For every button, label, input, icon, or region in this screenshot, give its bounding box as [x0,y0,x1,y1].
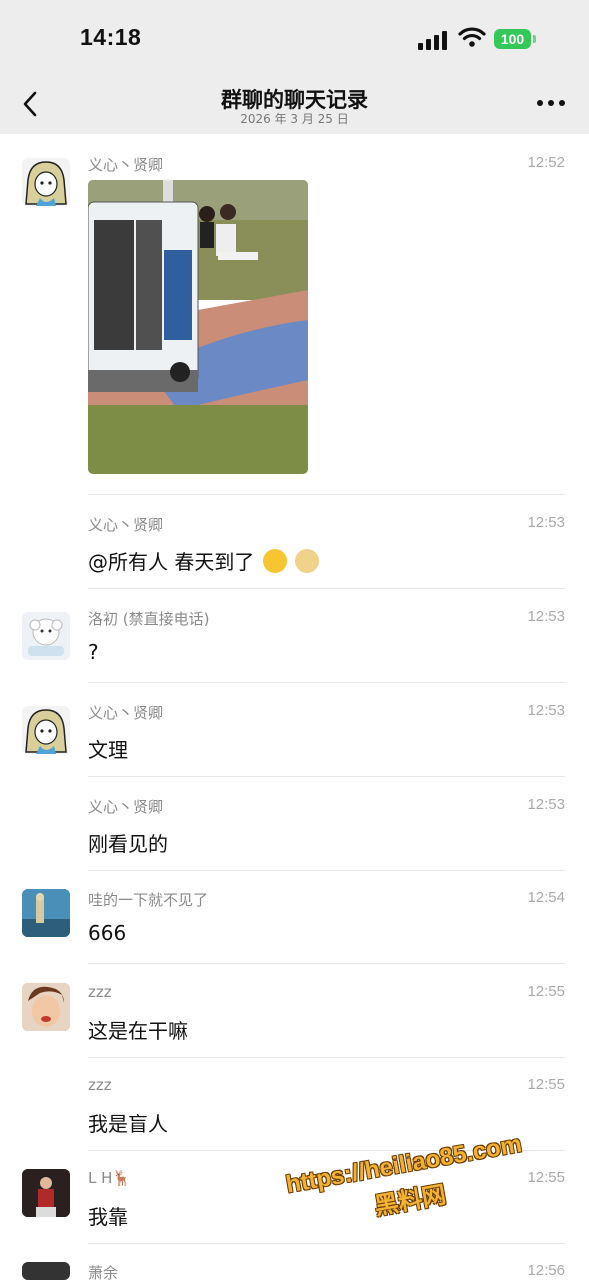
message-time: 12:55 [527,1076,565,1093]
nav-bar: 群聊的聊天记录 2026 年 3 月 25 日 [0,74,589,134]
fluffy-dog-avatar [28,618,64,656]
message-divider [88,776,565,777]
message-text[interactable]: 刚看见的 [88,828,168,857]
chat-message: zzz 12:55 这是在干嘛 [0,983,589,1057]
message-divider [88,870,565,871]
avatar[interactable] [22,983,70,1031]
message-text[interactable]: ? [88,640,99,664]
battery-tip [533,35,536,43]
avatar[interactable] [22,1169,70,1217]
message-time: 12:53 [527,702,565,719]
sender-name: 洛初 (禁直接电话) [88,610,210,628]
message-time: 12:53 [527,796,565,813]
message-text[interactable]: 我是盲人 [88,1108,168,1137]
status-bar: 14:18 100 [0,0,589,74]
message-time: 12:53 [527,514,565,531]
message-divider [88,494,565,495]
message-time: 12:55 [527,1169,565,1186]
doge-emoji [295,549,320,573]
message-divider [88,1057,565,1058]
message-time: 12:56 [527,1262,565,1279]
sender-name: 义心丶贤卿 [88,516,164,534]
anime-girl-avatar [25,709,67,754]
message-text-content: @所有人 春天到了 [88,550,255,574]
avatar[interactable] [22,889,70,937]
avatar[interactable] [22,1262,70,1280]
message-text[interactable]: 我靠 [88,1201,128,1230]
sender-name: 哇的一下就不见了 [88,891,209,909]
battery-indicator: 100 [494,29,531,49]
sender-name: 义心丶贤卿 [88,798,164,816]
page-subtitle: 2026 年 3 月 25 日 [240,112,349,126]
avatar[interactable] [22,706,70,754]
wifi-icon [458,27,486,47]
message-divider [88,682,565,683]
chat-history-list[interactable]: 义心丶贤卿 12:52 义心丶贤卿 12:53 @所有人 春天到了 洛初 (禁直… [0,134,589,1282]
message-time: 12:54 [527,889,565,906]
chat-message: 萧余 12:56 [0,1262,589,1282]
chat-message: 哇的一下就不见了 12:54 666 [0,889,589,963]
sender-name: zzz [88,1076,112,1094]
chat-message: 洛初 (禁直接电话) 12:53 ? [0,608,589,682]
sender-name: zzz [88,983,112,1001]
anime-girl-avatar [25,161,67,206]
person-photo-avatar [22,1169,70,1217]
message-text[interactable]: 文理 [88,734,128,763]
laugh-cry-emoji [262,549,287,573]
message-divider [88,963,565,964]
avatar[interactable] [22,612,70,660]
avatar[interactable] [22,158,70,206]
cellular-signal-icon [418,31,447,50]
sender-name: 义心丶贤卿 [88,156,164,174]
sender-name: 义心丶贤卿 [88,704,164,722]
message-time: 12:53 [527,608,565,625]
street-sweeper-photo [88,180,308,474]
message-divider [88,1243,565,1244]
shared-photo[interactable] [88,180,308,474]
message-text[interactable]: 666 [88,921,126,945]
photo-avatar [22,889,70,937]
chat-message: 义心丶贤卿 12:53 文理 [0,702,589,776]
face-avatar [22,983,70,1031]
chat-message: 义心丶贤卿 12:53 刚看见的 [0,796,589,870]
chat-message: 义心丶贤卿 12:52 [0,154,589,494]
status-time: 14:18 [80,24,142,50]
message-time: 12:55 [527,983,565,1000]
message-text[interactable]: 这是在干嘛 [88,1015,188,1044]
sender-name: L H🦌 [88,1169,132,1187]
more-dots-icon[interactable] [535,96,567,110]
message-time: 12:52 [527,154,565,171]
message-divider [88,588,565,589]
chat-message: 义心丶贤卿 12:53 @所有人 春天到了 [0,514,589,588]
message-text[interactable]: @所有人 春天到了 [88,546,320,575]
sweeper-vehicle [88,201,199,392]
